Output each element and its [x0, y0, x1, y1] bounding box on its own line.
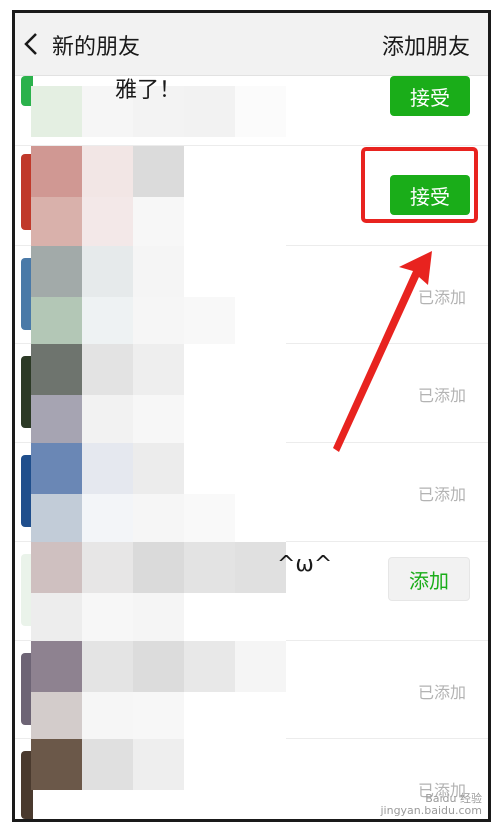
blurred-name: [31, 443, 286, 545]
annotation-arrow-icon: [333, 251, 432, 452]
friend-message: 雅了！: [115, 78, 182, 103]
chevron-left-icon[interactable]: [21, 29, 43, 59]
added-status: 已添加: [417, 683, 466, 702]
list-item[interactable]: 已添加: [15, 641, 488, 743]
blurred-name: [31, 739, 286, 790]
added-status: 已添加: [417, 485, 466, 504]
blurred-name: [31, 542, 286, 644]
accept-button[interactable]: 接受: [390, 76, 470, 116]
blurred-name: [31, 146, 286, 248]
phone-screen: 新的朋友 添加朋友 雅了！ 接受 接受 已添加 已添加 已添加 ^ω^ 添加 已…: [12, 10, 491, 822]
blurred-name: [31, 641, 286, 743]
page-title: 新的朋友: [52, 35, 141, 60]
add-friend-link[interactable]: 添加朋友: [382, 29, 470, 61]
nav-bar: 新的朋友 添加朋友: [15, 13, 488, 76]
blurred-name: [31, 246, 286, 348]
add-button[interactable]: 添加: [388, 557, 470, 601]
watermark: Baidu 经验 jingyan.baidu.com: [380, 793, 482, 817]
watermark-url: jingyan.baidu.com: [380, 804, 482, 817]
friend-message: ^ω^: [277, 552, 333, 577]
list-item[interactable]: ^ω^ 添加: [15, 542, 488, 644]
list-item[interactable]: 雅了！ 接受: [15, 76, 488, 146]
blurred-name: [31, 344, 286, 446]
highlight-box: [361, 147, 478, 223]
